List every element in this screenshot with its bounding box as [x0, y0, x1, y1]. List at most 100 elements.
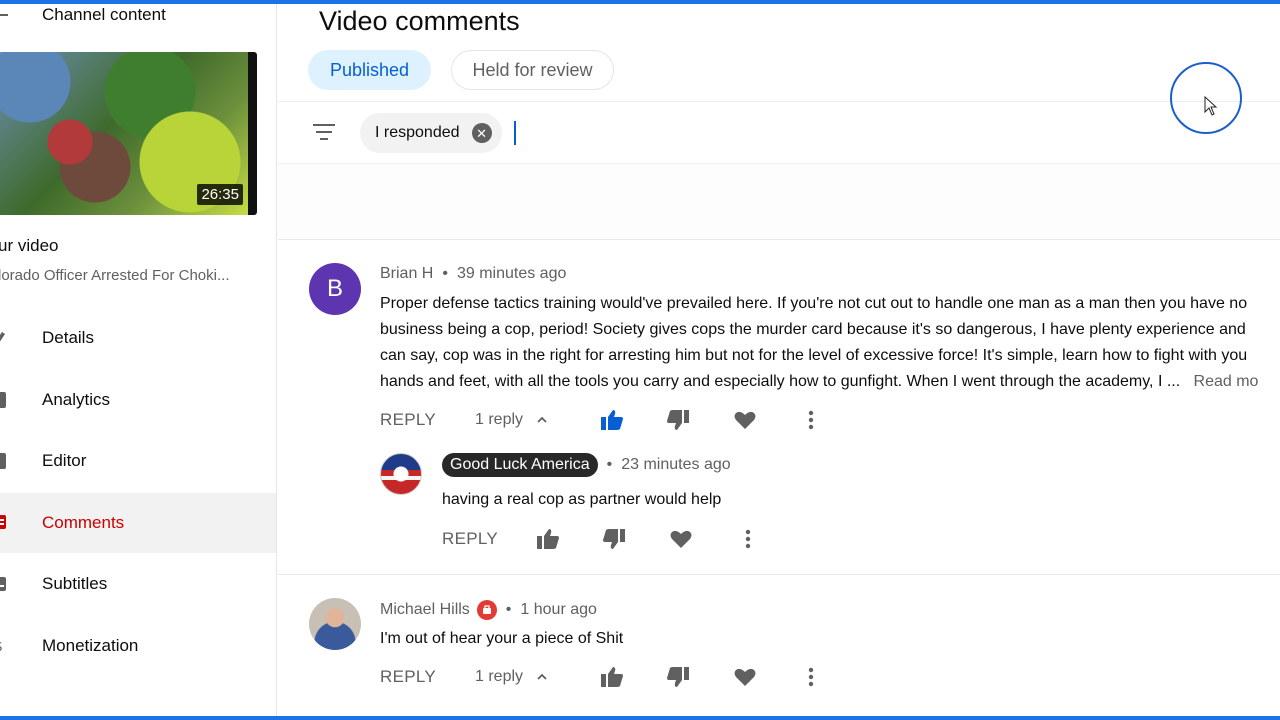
thumbs-down-icon [603, 529, 625, 549]
separator-dot: • [606, 456, 613, 473]
subtitles-icon [0, 577, 6, 591]
comment-line: hands and feet, with all the tools you c… [380, 369, 1258, 395]
heart-button[interactable] [732, 407, 758, 433]
comment-divider [278, 574, 1280, 575]
nav-item-details[interactable]: Details [0, 308, 276, 368]
reply-meta: Good Luck America • 23 minutes ago [442, 453, 731, 477]
pencil-icon [0, 332, 5, 342]
thumbs-down-icon [667, 410, 689, 430]
comment-line: can say, cop was in the right for arrest… [380, 347, 1248, 364]
video-duration: 26:35 [197, 184, 243, 205]
nav-item-editor[interactable]: Editor [0, 431, 276, 491]
comment-meta: Michael Hills • 1 hour ago [380, 600, 597, 620]
channel-content-label: Channel content [42, 5, 166, 24]
heart-icon [734, 668, 756, 686]
main-content: Video comments Published Held for review… [278, 4, 1280, 716]
more-options-button[interactable] [798, 664, 824, 690]
page-title: Video comments [319, 6, 520, 36]
nav-item-comments[interactable]: Comments [0, 493, 276, 553]
filter-bar: I responded ✕ [278, 101, 1280, 164]
nav-label-analytics: Analytics [42, 390, 111, 409]
close-icon[interactable]: ✕ [471, 123, 492, 143]
comment-actions: REPLY 1 reply [380, 662, 814, 692]
comment-actions: REPLY 1 reply [380, 405, 814, 435]
comment-time[interactable]: 1 hour ago [520, 601, 597, 619]
heart-icon [734, 411, 756, 429]
back-arrow-icon [0, 14, 8, 16]
nav-item-analytics[interactable]: Analytics [0, 370, 276, 430]
member-badge-icon [476, 600, 497, 620]
more-options-button[interactable] [798, 407, 824, 433]
comment-body: I'm out of hear your a piece of Shit [380, 630, 624, 647]
avatar[interactable] [309, 598, 361, 650]
reply-body: having a real cop as partner would help [442, 491, 722, 508]
filter-icon[interactable] [312, 124, 336, 142]
your-video-heading: ur video [0, 236, 59, 255]
nav-item-monetization[interactable]: $ Monetization [0, 616, 276, 676]
tab-held-for-review[interactable]: Held for review [451, 50, 614, 90]
comment-line: Proper defense tactics training would've… [380, 295, 1248, 312]
editor-icon [0, 453, 6, 469]
thumbs-up-icon [601, 667, 623, 687]
comment-line: business being a cop, period! Society gi… [380, 321, 1246, 338]
reply-button[interactable]: REPLY [380, 667, 436, 687]
replies-toggle[interactable]: 1 reply [475, 411, 547, 429]
comment-author[interactable]: Michael Hills [380, 601, 470, 619]
separator-dot: • [442, 265, 448, 282]
thumbs-up-icon [537, 529, 559, 549]
separator-dot: • [505, 601, 512, 618]
sidebar: Channel content 26:35 ur video lorado Of… [0, 4, 277, 716]
screen-bottom-border [0, 716, 1280, 720]
reply-actions: REPLY [442, 524, 751, 554]
svg-text:$: $ [0, 639, 3, 655]
analytics-icon [0, 392, 6, 408]
thumbs-down-icon [667, 667, 689, 687]
like-button[interactable] [535, 526, 561, 552]
comment-line-text: hands and feet, with all the tools you c… [380, 373, 1181, 390]
like-button[interactable] [599, 407, 625, 433]
channel-content-link[interactable]: Channel content [0, 4, 166, 26]
reply-count: 1 reply [475, 411, 524, 428]
filter-chip-label: I responded [375, 124, 460, 141]
heart-icon [670, 530, 692, 548]
more-vert-icon [808, 667, 814, 687]
like-button[interactable] [599, 664, 625, 690]
empty-band [278, 164, 1280, 240]
video-title: lorado Officer Arrested For Choki... [0, 267, 230, 284]
replies-toggle[interactable]: 1 reply [475, 668, 547, 686]
read-more-link[interactable]: Read mo [1194, 373, 1259, 390]
nav-item-subtitles[interactable]: Subtitles [0, 554, 276, 614]
heart-button[interactable] [668, 526, 694, 552]
chevron-up-icon [537, 673, 547, 680]
filter-text-cursor[interactable] [514, 121, 516, 145]
dislike-button[interactable] [601, 526, 627, 552]
tab-published[interactable]: Published [308, 50, 431, 90]
more-vert-icon [745, 529, 751, 549]
comment-author[interactable]: Brian H [380, 265, 433, 283]
reply-time[interactable]: 23 minutes ago [621, 456, 730, 474]
more-vert-icon [808, 410, 814, 430]
thumbs-up-icon [601, 410, 623, 430]
comment-time[interactable]: 39 minutes ago [457, 265, 566, 283]
comment-meta: Brian H • 39 minutes ago [380, 265, 566, 283]
channel-owner-badge[interactable]: Good Luck America [442, 453, 598, 477]
chevron-up-icon [537, 416, 547, 423]
reply-button[interactable]: REPLY [380, 410, 436, 430]
video-thumbnail[interactable]: 26:35 [0, 52, 257, 215]
dislike-button[interactable] [665, 407, 691, 433]
avatar[interactable]: B [309, 263, 361, 315]
nav-label-monetization: Monetization [42, 636, 139, 655]
comments-icon [0, 515, 6, 529]
avatar-letter: B [326, 275, 343, 302]
filter-chip[interactable]: I responded ✕ [360, 113, 502, 153]
nav-label-editor: Editor [42, 451, 87, 470]
monetization-icon: $ [0, 639, 3, 655]
more-options-button[interactable] [735, 526, 761, 552]
nav-label-details: Details [42, 328, 94, 347]
mouse-pointer-icon [1204, 96, 1218, 116]
dislike-button[interactable] [665, 664, 691, 690]
heart-button[interactable] [732, 664, 758, 690]
nav-label-subtitles: Subtitles [42, 574, 108, 593]
avatar[interactable] [380, 453, 422, 495]
reply-button[interactable]: REPLY [442, 529, 498, 549]
